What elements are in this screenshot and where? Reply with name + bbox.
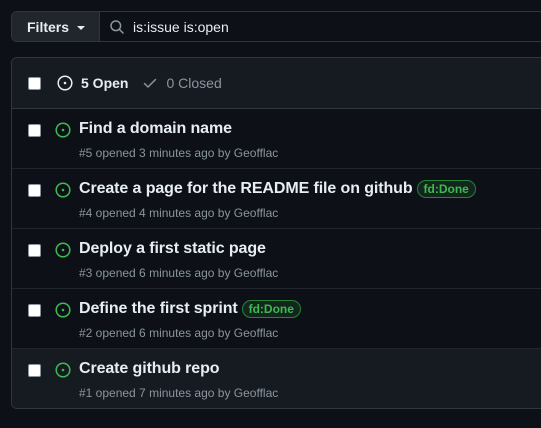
issue-row: Create github repo #1 opened 7 minutes a… (12, 349, 541, 408)
issue-title-link[interactable]: Create github repo (79, 360, 220, 378)
issues-page: Filters 5 Open (0, 0, 541, 428)
issue-checkbox[interactable] (28, 304, 41, 317)
search-input[interactable] (133, 12, 541, 41)
open-count: 5 Open (81, 75, 129, 91)
issue-open-icon (55, 122, 71, 138)
issue-open-icon (55, 362, 71, 378)
issue-label-badge[interactable]: fd:Done (241, 300, 301, 318)
issue-meta: #3 opened 6 minutes ago by Geofflac (79, 266, 279, 280)
issue-title-link[interactable]: Deploy a first static page (79, 240, 266, 258)
closed-filter-link[interactable]: 0 Closed (142, 75, 222, 91)
issue-checkbox[interactable] (28, 364, 41, 377)
issue-open-icon (55, 182, 71, 198)
issue-open-icon (55, 302, 71, 318)
select-all-checkbox[interactable] (28, 76, 41, 90)
issue-checkbox[interactable] (28, 124, 41, 137)
filters-button[interactable]: Filters (12, 12, 101, 41)
caret-down-icon (77, 25, 86, 30)
search-wrap (100, 12, 541, 41)
filter-bar: Filters (11, 11, 541, 42)
issue-meta: #5 opened 3 minutes ago by Geofflac (79, 146, 279, 160)
issue-label-badge[interactable]: fd:Done (416, 180, 476, 198)
issue-row: Find a domain name #5 opened 3 minutes a… (12, 109, 541, 169)
issue-meta: #1 opened 7 minutes ago by Geofflac (79, 386, 279, 400)
search-icon (109, 19, 125, 35)
issue-row: Define the first sprint fd:Done #2 opene… (12, 289, 541, 349)
issue-list-header: 5 Open 0 Closed (12, 58, 541, 109)
issue-list: 5 Open 0 Closed Find a domain name #5 op… (11, 57, 541, 409)
issue-open-icon (55, 242, 71, 258)
issue-row: Deploy a first static page #3 opened 6 m… (12, 229, 541, 289)
issue-meta: #2 opened 6 minutes ago by Geofflac (79, 326, 279, 340)
issue-checkbox[interactable] (28, 184, 41, 197)
open-filter-link[interactable]: 5 Open (57, 75, 128, 91)
issue-row: Create a page for the README file on git… (12, 169, 541, 229)
issue-checkbox[interactable] (28, 244, 41, 257)
filters-button-label: Filters (27, 18, 70, 35)
closed-count: 0 Closed (166, 75, 222, 91)
check-icon (142, 75, 158, 91)
issue-title-link[interactable]: Define the first sprint (79, 300, 238, 318)
issue-meta: #4 opened 4 minutes ago by Geofflac (79, 206, 279, 220)
issue-opened-icon (57, 75, 73, 91)
issue-title-link[interactable]: Create a page for the README file on git… (79, 180, 413, 198)
issue-title-link[interactable]: Find a domain name (79, 120, 232, 138)
